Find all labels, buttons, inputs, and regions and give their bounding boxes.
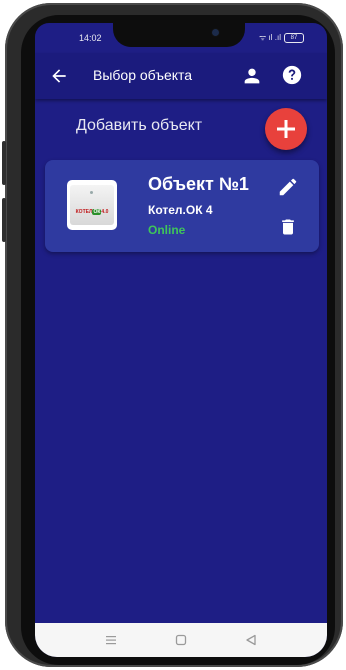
page-title: Выбор объекта — [93, 67, 193, 83]
back-triangle-icon[interactable] — [243, 632, 259, 648]
front-camera — [212, 29, 219, 36]
menu-icon[interactable] — [103, 632, 119, 648]
person-icon[interactable] — [241, 65, 263, 87]
home-square-icon[interactable] — [173, 632, 189, 648]
plus-icon — [277, 120, 295, 138]
device-logo: КОТЕЛОК4.0 — [75, 209, 109, 215]
object-device: Котел.ОК 4 — [148, 203, 213, 217]
add-object-label[interactable]: Добавить объект — [76, 117, 202, 135]
add-object-button[interactable] — [265, 108, 307, 150]
trash-icon[interactable] — [278, 216, 298, 238]
object-card[interactable]: КОТЕЛОК4.0 Объект №1 Котел.ОК 4 Online — [45, 160, 319, 252]
object-status: Online — [148, 223, 186, 237]
help-circle-icon[interactable] — [281, 64, 303, 86]
status-time: 14:02 — [79, 33, 102, 43]
object-name: Объект №1 — [148, 174, 249, 194]
pencil-icon[interactable] — [277, 176, 299, 198]
status-indicators: ᯤ ıl .ıl 87 — [259, 32, 304, 43]
arrow-back-icon[interactable] — [49, 66, 69, 86]
phone-side-button — [2, 198, 6, 242]
notch — [113, 23, 245, 47]
battery-icon: 87 — [283, 32, 304, 43]
app-bar: Выбор объекта — [35, 53, 327, 99]
phone-side-button — [2, 141, 6, 185]
device-box — [70, 185, 114, 225]
system-nav-bar — [35, 623, 327, 657]
device-image: КОТЕЛОК4.0 — [67, 180, 117, 230]
signal-icon: ᯤ ıl .ıl — [259, 33, 281, 42]
app-screen: 14:02 ᯤ ıl .ıl 87 Выбор объекта Добавить… — [35, 23, 327, 657]
